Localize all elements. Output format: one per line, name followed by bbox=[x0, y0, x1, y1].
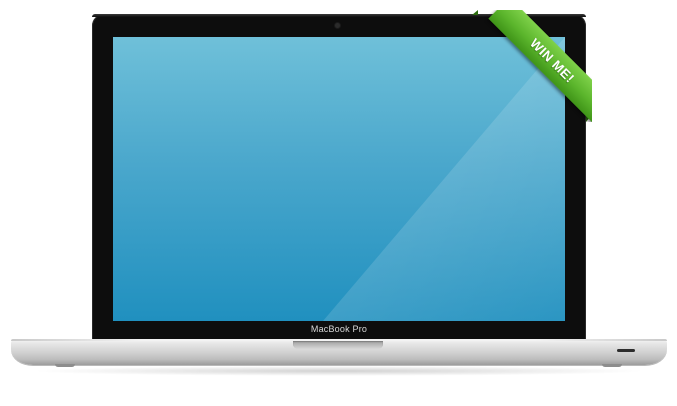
laptop-illustration: MacBook Pro WIN ME! bbox=[0, 0, 677, 406]
rubber-foot-left bbox=[55, 364, 75, 367]
ribbon-label: WIN ME! bbox=[527, 35, 578, 86]
brand-label: MacBook Pro bbox=[310, 324, 368, 334]
rubber-foot-right bbox=[602, 364, 622, 367]
ribbon-band[interactable]: WIN ME! bbox=[488, 10, 592, 122]
camera-icon bbox=[335, 23, 340, 28]
floor-shadow bbox=[30, 366, 648, 376]
corner-ribbon[interactable]: WIN ME! bbox=[472, 10, 592, 122]
lid-opening-notch bbox=[293, 341, 383, 349]
sleep-indicator-light bbox=[617, 349, 635, 352]
